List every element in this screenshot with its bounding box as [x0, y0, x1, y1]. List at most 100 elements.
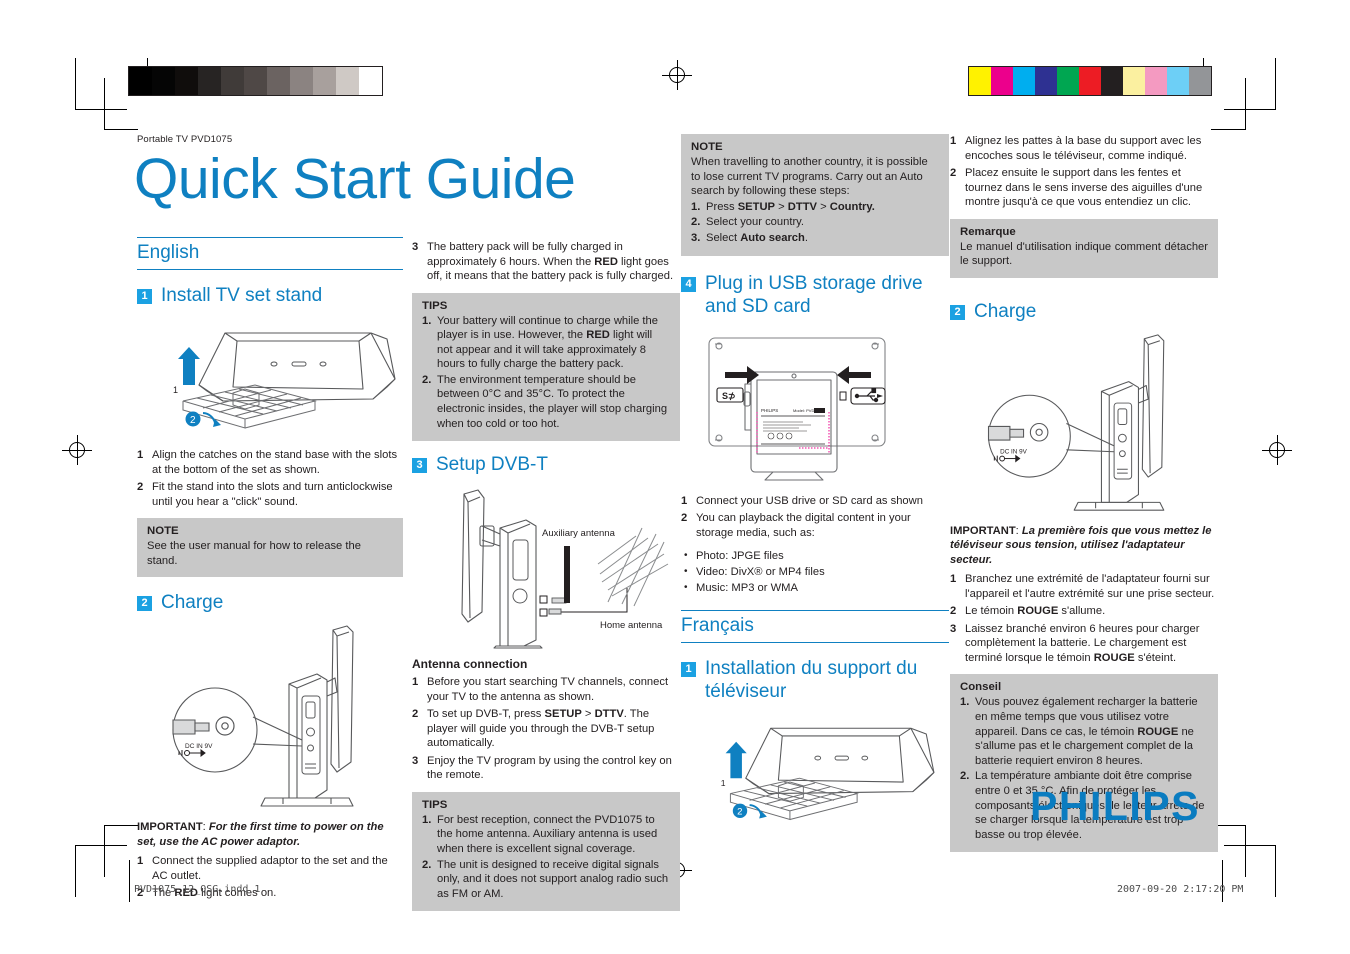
step-number: 2 [412, 708, 419, 721]
tip-number: 1. [422, 813, 432, 826]
step-text: Le témoin ROUGE s'allume. [965, 605, 1106, 618]
step-item: 1 Align the catches on the stand base wit… [137, 448, 403, 477]
step-number: 3 [950, 622, 957, 635]
step-number: 2 [681, 512, 688, 525]
svg-text:1: 1 [721, 778, 726, 788]
note-text: Select your country. [706, 216, 805, 229]
note-box-remarque: Remarque Le manuel d'utilisation indique… [950, 218, 1218, 278]
step-item: 2 Le témoin ROUGE s'allume. [950, 604, 1218, 619]
note-body: Le manuel d'utilisation indique comment … [960, 240, 1208, 268]
note-box-auto-search: NOTE When travelling to another country,… [681, 134, 949, 256]
tips-title: TIPS [422, 299, 448, 312]
section-heading-charge-fr: 2 Charge [950, 300, 1218, 323]
tip-text: Vous pouvez également recharger la batte… [975, 696, 1198, 767]
steps-installation-support-fr: 1 Alignez les pattes à la base du support… [950, 134, 1218, 210]
step-text: Alignez les pattes à la base du support … [965, 135, 1202, 162]
tip-text: The environment temperature should be be… [437, 373, 668, 430]
step-number: 1 [681, 494, 688, 507]
svg-text:Home antenna: Home antenna [600, 620, 663, 631]
svg-text:2: 2 [190, 415, 196, 426]
note-item: 3. Select Auto search. [691, 231, 939, 246]
section-title: Setup DVB-T [436, 454, 548, 476]
figure-antenna-connection: Auxiliary antenna Home antenna [412, 484, 680, 649]
step-text: Placez ensuite le support dans les fente… [965, 167, 1203, 208]
svg-text:Auxiliary antenna: Auxiliary antenna [542, 528, 616, 539]
note-title: NOTE [147, 525, 179, 537]
section-title: Plug in USB storage drive and SD card [705, 272, 923, 317]
step-text: Fit the stand into the slots and turn an… [152, 481, 393, 508]
step-number: 1 [137, 449, 144, 461]
page-content: Portable TV PVD1075 Quick Start Guide En… [0, 0, 1350, 954]
note-title: NOTE [691, 141, 723, 153]
section-number-badge: 2 [137, 596, 152, 612]
column-4: 1 Alignez les pattes à la base du support… [950, 134, 1218, 863]
steps-charge-continued: 3 The battery pack will be fully charged … [412, 240, 680, 284]
section-number-badge: 2 [950, 304, 965, 320]
svg-text:S⊅: S⊅ [722, 391, 736, 401]
note-text: Select Auto search. [706, 231, 808, 244]
tip-number: 1. [422, 314, 432, 327]
column-2: 3 The battery pack will be fully charged … [412, 240, 680, 922]
tips-list: 1. Your battery will continue to charge w… [422, 314, 670, 432]
step-item: 3 Laissez branché environ 6 heures pour c… [950, 622, 1218, 666]
note-title: Remarque [960, 225, 1016, 238]
language-heading-english: English [137, 237, 403, 270]
step-item: 3 Enjoy the TV program by using the contr… [412, 754, 680, 783]
figure-charge-dc-in-fr: DC IN 9V [950, 331, 1218, 516]
step-item: 1 Connect the supplied adaptor to the set… [137, 854, 403, 883]
section-number-badge: 1 [137, 289, 152, 304]
figure-usb-sd-insert: PHILIPS Model: PVD1075 S⊅ [681, 326, 949, 486]
step-text: Before you start searching TV channels, … [427, 676, 669, 703]
tips-list: 1. For best reception, connect the PVD107… [422, 813, 670, 902]
step-number: 2 [950, 605, 957, 618]
tip-item: 2. The environment temperature should be … [422, 373, 670, 431]
note-body: See the user manual for how to release t… [147, 540, 361, 567]
column-3: NOTE When travelling to another country,… [681, 134, 949, 839]
note-number: 2. [691, 216, 701, 229]
steps-usb-sd: 1 Connect your USB drive or SD card as sh… [681, 494, 949, 541]
important-note-charge-fr: IMPORTANT: La première fois que vous met… [950, 524, 1212, 566]
step-number: 1 [137, 855, 144, 868]
svg-text:DC IN 9V: DC IN 9V [1000, 448, 1027, 455]
note-number: 1. [691, 200, 701, 213]
footer-filename: PVD1075_12_QSG.indd 1 [134, 884, 261, 895]
important-note-charge: IMPORTANT: For the first time to power o… [137, 821, 384, 848]
section-heading-install-tv-set-stand: 1 Install TV set stand [137, 284, 403, 307]
tip-item: 2. The unit is designed to receive digita… [422, 858, 670, 902]
tip-number: 2. [422, 373, 432, 386]
step-item: 1 Branchez une extrémité de l'adaptateur … [950, 572, 1218, 601]
page-title: Quick Start Guide [134, 147, 576, 211]
tip-item: 1. For best reception, connect the PVD107… [422, 813, 670, 857]
tip-number: 2. [422, 858, 432, 871]
bullet-item: Music: MP3 or WMA [681, 580, 949, 596]
important-label: IMPORTANT [137, 821, 203, 834]
figure-charge-dc-in: DC IN 9V [137, 622, 403, 812]
section-title: Installation du support du téléviseur [705, 658, 918, 703]
note-box-release-stand: NOTE See the user manual for how to rele… [137, 518, 403, 578]
tip-number: 2. [960, 770, 970, 783]
column-1: English 1 Install TV set stand 1 2 1 Ali… [137, 237, 403, 910]
tips-box-antenna: TIPS 1. For best reception, connect the P… [412, 791, 680, 912]
step-text: Branchez une extrémité de l'adaptateur f… [965, 573, 1215, 600]
steps-antenna-connection: 1 Before you start searching TV channels,… [412, 675, 680, 783]
svg-text:DC IN 9V: DC IN 9V [185, 743, 213, 750]
svg-text:2: 2 [737, 807, 742, 818]
section-title: Charge [161, 592, 224, 614]
tip-item: 1. Your battery will continue to charge w… [422, 314, 670, 372]
tip-number: 1. [960, 696, 970, 709]
section-heading-plug-in-usb-sd: 4 Plug in USB storage drive and SD card [681, 272, 949, 318]
step-text: The battery pack will be fully charged i… [427, 241, 674, 282]
step-text: Enjoy the TV program by using the contro… [427, 754, 672, 782]
footer-divider-right [1222, 860, 1223, 902]
note-item: 1. Press SETUP > DTTV > Country. [691, 200, 939, 215]
step-number: 3 [412, 754, 419, 767]
footer-timestamp: 2007-09-20 2:17:20 PM [1117, 884, 1244, 895]
step-number: 1 [412, 676, 419, 689]
step-item: 2 Fit the stand into the slots and turn a… [137, 480, 403, 509]
bullet-item: Video: DivX® or MP4 files [681, 564, 949, 580]
step-text: To set up DVB-T, press SETUP > DTTV. The… [427, 708, 655, 750]
step-text: Align the catches on the stand base with… [152, 449, 398, 476]
footer-divider [129, 860, 130, 902]
tips-title: Conseil [960, 681, 1002, 694]
tip-text: The unit is designed to receive digital … [437, 858, 669, 900]
